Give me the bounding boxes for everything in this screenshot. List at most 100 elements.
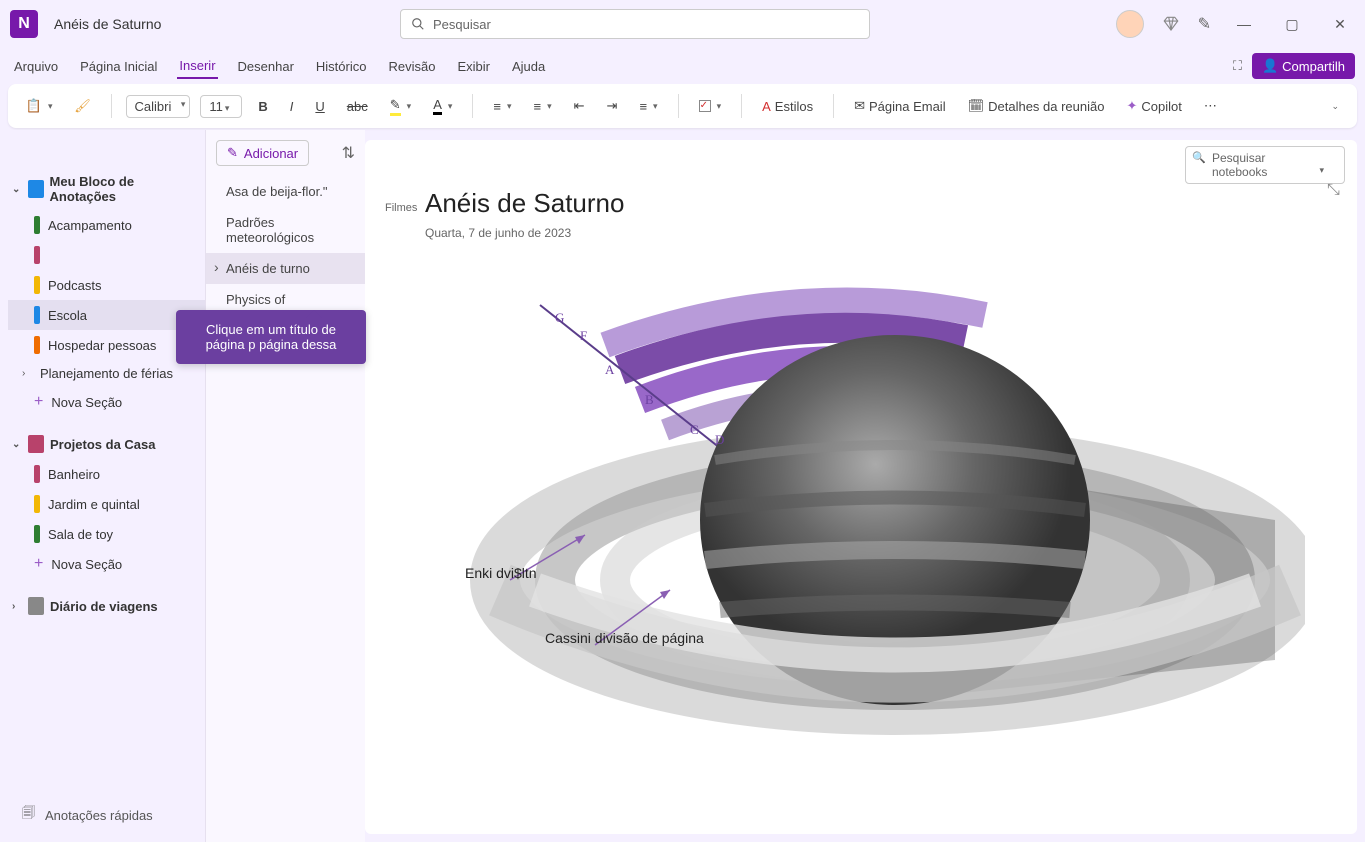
checkbox-icon: ✓ bbox=[699, 100, 711, 112]
share-icon: 👤 bbox=[1262, 58, 1278, 74]
maximize-button[interactable]: ▢ bbox=[1277, 9, 1307, 39]
align-icon: ≡ bbox=[639, 99, 647, 114]
page-date: Quarta, 7 de junho de 2023 bbox=[425, 226, 571, 240]
ring-label-c: C bbox=[690, 422, 699, 438]
sidebar-section[interactable]: ›Planejamento de férias bbox=[8, 360, 205, 387]
section-color-icon bbox=[34, 336, 40, 354]
fullscreen-icon[interactable]: ⛶ bbox=[1233, 58, 1242, 74]
ring-label-d: D bbox=[715, 432, 724, 448]
section-color-icon bbox=[34, 525, 40, 543]
align-button[interactable]: ≡▾ bbox=[633, 95, 663, 118]
search-notebooks-input[interactable]: Pesquisar notebooks ▾ bbox=[1185, 146, 1345, 184]
font-color-icon: A bbox=[433, 97, 442, 115]
outdent-icon: ⇤ bbox=[574, 98, 585, 114]
ring-label-f: F bbox=[580, 328, 587, 344]
saturn-illustration: G F A B C D Enki dvi$ltn Cassini divisão… bbox=[445, 260, 1305, 760]
notebook-header-3[interactable]: › Diário de viagens bbox=[8, 591, 205, 621]
tab-historico[interactable]: Histórico bbox=[314, 55, 369, 78]
section-color-icon bbox=[34, 495, 40, 513]
sidebar-section[interactable]: Banheiro bbox=[8, 459, 205, 489]
highlight-button[interactable]: ✎▾ bbox=[384, 93, 417, 120]
tab-inserir[interactable]: Inserir bbox=[177, 54, 217, 79]
minimize-button[interactable]: — bbox=[1229, 9, 1259, 39]
email-icon: ✉ bbox=[854, 98, 865, 114]
tab-revisao[interactable]: Revisão bbox=[386, 55, 437, 78]
todo-button[interactable]: ✓▾ bbox=[693, 96, 728, 116]
sidebar-section[interactable]: Sala de toy bbox=[8, 519, 205, 549]
copilot-button[interactable]: ✦Copilot bbox=[1120, 94, 1187, 118]
search-icon bbox=[411, 17, 425, 31]
quick-notes-button[interactable]: 🗐 Anotações rápidas bbox=[22, 804, 153, 826]
ribbon-tabs: Arquivo Página Inicial Inserir Desenhar … bbox=[0, 48, 1365, 84]
font-name-select[interactable]: Calibri▾ bbox=[126, 95, 191, 118]
page-list-item[interactable]: Padrões meteorológicos bbox=[206, 207, 365, 253]
search-placeholder: Pesquisar bbox=[433, 17, 491, 32]
indent-button[interactable]: ⇥ bbox=[601, 94, 624, 118]
tab-exibir[interactable]: Exibir bbox=[455, 55, 492, 78]
sort-icon[interactable]: ⇅ bbox=[342, 143, 355, 163]
premium-icon[interactable] bbox=[1162, 15, 1180, 33]
meeting-details-button[interactable]: 🗓Detalhes da reunião bbox=[962, 94, 1111, 118]
notebook-nav: ⌄ Meu Bloco de Anotações Acampamento Podc… bbox=[0, 130, 205, 842]
tab-arquivo[interactable]: Arquivo bbox=[12, 55, 60, 78]
email-page-button[interactable]: ✉Página Email bbox=[848, 94, 952, 118]
paste-button[interactable]: 📋▾ bbox=[20, 94, 59, 118]
new-section-button[interactable]: +Nova Seção bbox=[8, 387, 205, 417]
ring-label-a: A bbox=[605, 362, 614, 378]
new-section-button[interactable]: +Nova Seção bbox=[8, 549, 205, 579]
page-tag: Filmes bbox=[385, 202, 417, 214]
numbering-button[interactable]: ≡▾ bbox=[528, 95, 558, 118]
share-label: Compartilh bbox=[1282, 59, 1345, 74]
numbering-icon: ≡ bbox=[534, 99, 542, 114]
page-list-item[interactable]: Asa de beija-flor." bbox=[206, 176, 365, 207]
sidebar-section[interactable]: Podcasts bbox=[8, 270, 205, 300]
notebook-header-1[interactable]: ⌄ Meu Bloco de Anotações bbox=[8, 168, 205, 210]
italic-button[interactable]: I bbox=[284, 95, 300, 118]
section-color-icon bbox=[34, 465, 40, 483]
font-size-select[interactable]: 11▾ bbox=[200, 95, 242, 118]
chevron-down-icon: ⌄ bbox=[12, 439, 22, 450]
wand-icon[interactable]: ✎ bbox=[1198, 14, 1211, 34]
pages-panel: ✎ Adicionar ⇅ Asa de beija-flor."Padrões… bbox=[205, 130, 365, 842]
section-color-icon bbox=[34, 276, 40, 294]
page-canvas[interactable]: Pesquisar notebooks ▾ ⤢ Filmes Anéis de … bbox=[365, 140, 1357, 834]
page-title[interactable]: Anéis de Saturno bbox=[425, 188, 624, 219]
ring-label-g: G bbox=[555, 310, 564, 326]
sidebar-section[interactable] bbox=[8, 240, 205, 270]
annotation-enki: Enki dvi$ltn bbox=[465, 565, 537, 581]
notebook-header-2[interactable]: ⌄ Projetos da Casa bbox=[8, 429, 205, 459]
tab-desenhar[interactable]: Desenhar bbox=[236, 55, 296, 78]
expand-icon[interactable]: ⤢ bbox=[1324, 183, 1342, 196]
close-button[interactable]: ✕ bbox=[1325, 9, 1355, 39]
add-page-button[interactable]: ✎ Adicionar bbox=[216, 140, 309, 166]
sidebar-section[interactable]: Jardim e quintal bbox=[8, 489, 205, 519]
bullets-button[interactable]: ≡▾ bbox=[487, 95, 517, 118]
titlebar-controls: ✎ — ▢ ✕ bbox=[1116, 9, 1355, 39]
page-list-item[interactable]: Anéis de turno bbox=[206, 253, 365, 284]
underline-button[interactable]: U bbox=[309, 95, 330, 118]
format-painter-button[interactable]: 🖌 bbox=[69, 94, 97, 118]
hint-tooltip: Clique em um título de página p página d… bbox=[176, 310, 366, 364]
strikethrough-button[interactable]: abc bbox=[341, 95, 374, 118]
search-input[interactable]: Pesquisar bbox=[400, 9, 870, 39]
indent-icon: ⇥ bbox=[607, 98, 618, 114]
ribbon-toolbar: 📋▾ 🖌 Calibri▾ 11▾ B I U abc ✎▾ A▾ ≡▾ ≡▾ … bbox=[8, 84, 1357, 128]
overflow-button[interactable]: ⋯ bbox=[1198, 94, 1223, 118]
ribbon-collapse-button[interactable]: ⌄ bbox=[1323, 97, 1345, 116]
styles-button[interactable]: AEstilos bbox=[756, 95, 819, 118]
ring-label-b: B bbox=[645, 392, 654, 408]
brush-icon: 🖌 bbox=[75, 98, 91, 114]
edit-icon: ✎ bbox=[227, 145, 238, 161]
tab-pagina-inicial[interactable]: Página Inicial bbox=[78, 55, 159, 78]
bold-button[interactable]: B bbox=[252, 95, 273, 118]
saturn-rings-svg bbox=[445, 260, 1305, 760]
tab-ajuda[interactable]: Ajuda bbox=[510, 55, 547, 78]
outdent-button[interactable]: ⇤ bbox=[568, 94, 591, 118]
font-color-button[interactable]: A▾ bbox=[427, 93, 458, 119]
styles-icon: A bbox=[762, 99, 771, 114]
avatar[interactable] bbox=[1116, 10, 1144, 38]
share-button[interactable]: 👤 Compartilh bbox=[1252, 53, 1355, 79]
notebook-icon bbox=[28, 435, 44, 453]
sidebar-section[interactable]: Acampamento bbox=[8, 210, 205, 240]
section-color-icon bbox=[34, 306, 40, 324]
